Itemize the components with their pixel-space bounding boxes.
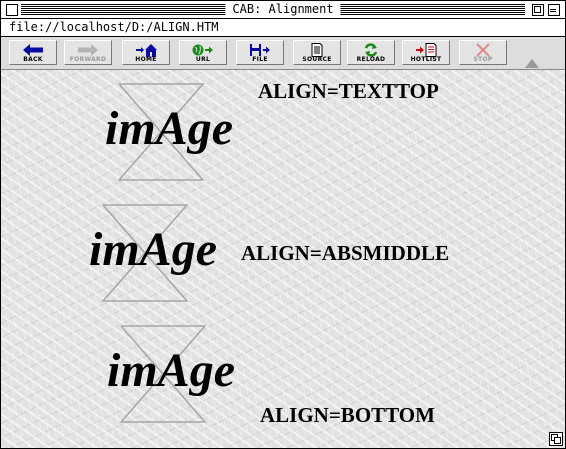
url-button[interactable]: URL (179, 40, 227, 65)
back-button[interactable]: BACK (9, 40, 57, 65)
hotlist-button[interactable]: HOTLIST (402, 40, 450, 65)
window-title: CAB: Alignment (225, 2, 341, 17)
source-document-icon (311, 43, 323, 57)
image-word: imAge (105, 102, 233, 155)
reload-button[interactable]: RELOAD (347, 40, 395, 65)
collapse-box-icon[interactable] (548, 4, 560, 16)
file-button[interactable]: FILE (236, 40, 284, 65)
image-word: imAge (89, 223, 217, 276)
browser-window: CAB: Alignment file://localhost/D:/ALIGN… (0, 0, 566, 449)
forward-arrow-icon (78, 44, 98, 56)
image-graphic: imAge (105, 83, 233, 181)
url-field[interactable]: file://localhost/D:/ALIGN.HTM (9, 20, 219, 35)
back-arrow-icon (23, 44, 43, 56)
url-button-label: URL (195, 56, 211, 63)
reload-icon (364, 43, 378, 57)
stop-button[interactable]: STOP (459, 40, 507, 65)
forward-button[interactable]: FORWARD (64, 40, 112, 65)
url-globe-icon (192, 44, 213, 56)
page-content: imAge ALIGN=TEXTTOP imAge ALIGN=ABSMIDDL… (1, 70, 565, 448)
align-texttop-label: ALIGN=TEXTTOP (258, 79, 439, 103)
zoom-box-icon[interactable] (532, 4, 544, 16)
source-button-label: SOURCE (302, 56, 332, 63)
url-bar[interactable]: file://localhost/D:/ALIGN.HTM (1, 19, 565, 37)
toolbar-collapse-tab[interactable] (525, 59, 539, 68)
forward-button-label: FORWARD (69, 56, 107, 63)
home-button[interactable]: HOME (122, 40, 170, 65)
align-bottom-label: ALIGN=BOTTOM (260, 403, 435, 427)
back-button-label: BACK (23, 56, 43, 63)
image-graphic: imAge (107, 325, 235, 423)
hotlist-icon (416, 43, 437, 57)
close-box-icon[interactable] (6, 4, 18, 16)
file-button-label: FILE (252, 56, 268, 63)
stop-button-label: STOP (473, 56, 493, 63)
image-word: imAge (107, 344, 235, 397)
image-graphic: imAge (89, 204, 217, 302)
title-bar[interactable]: CAB: Alignment (1, 1, 565, 19)
align-absmiddle-label: ALIGN=ABSMIDDLE (241, 241, 450, 265)
home-icon (136, 44, 157, 57)
reload-button-label: RELOAD (356, 56, 386, 63)
file-disk-icon (250, 44, 270, 56)
toolbar: BACK FORWARD HOME URL FILE SOURCE RELOAD… (1, 37, 565, 70)
resize-handle-icon[interactable] (549, 432, 563, 446)
home-button-label: HOME (135, 56, 157, 63)
hotlist-button-label: HOTLIST (410, 56, 442, 63)
source-button[interactable]: SOURCE (293, 40, 341, 65)
stop-icon (476, 43, 490, 57)
